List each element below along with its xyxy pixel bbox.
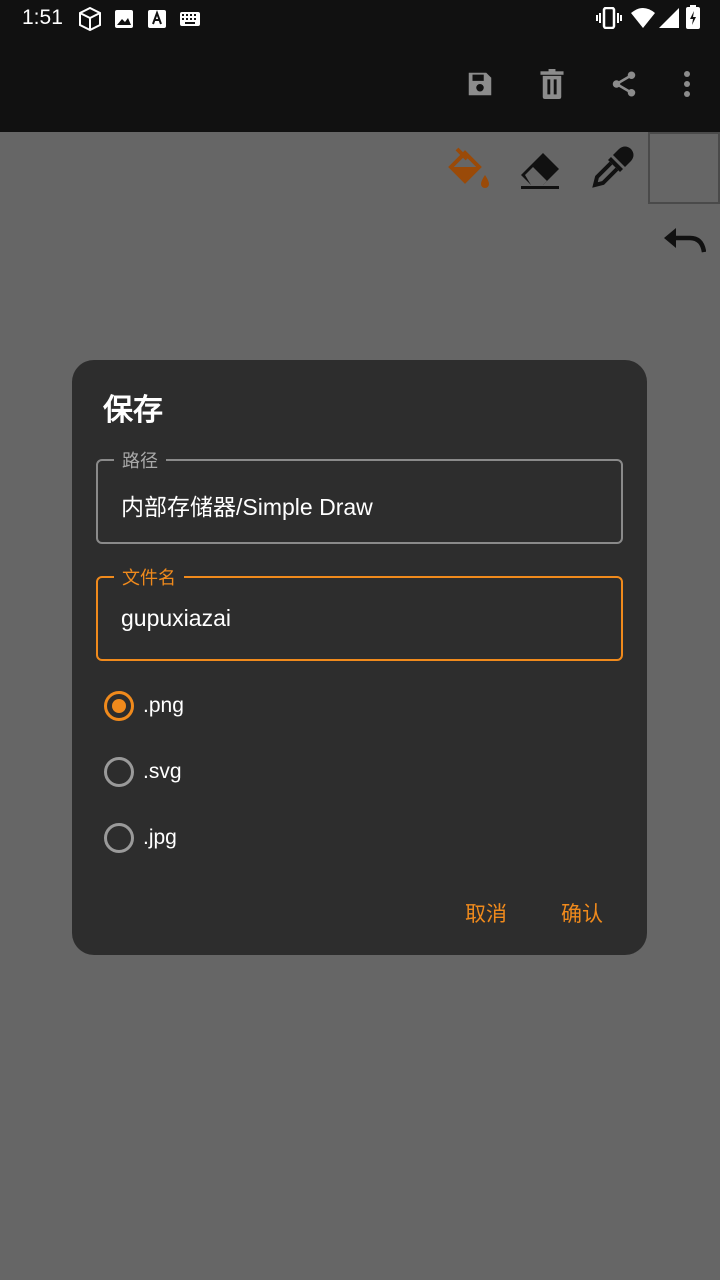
- battery-icon: [686, 5, 700, 33]
- color-swatch[interactable]: [648, 132, 720, 204]
- undo-icon[interactable]: [660, 222, 708, 262]
- filename-field[interactable]: 文件名 gupuxiazai: [96, 564, 623, 661]
- filename-input[interactable]: gupuxiazai: [121, 605, 231, 632]
- format-option-jpg[interactable]: .jpg: [104, 810, 404, 866]
- app-top-bar: 1:51: [0, 0, 720, 132]
- cube-icon: [78, 6, 102, 36]
- format-label-jpg: .jpg: [143, 826, 177, 849]
- radio-png[interactable]: [104, 691, 134, 721]
- path-label: 路径: [114, 447, 166, 473]
- signal-icon: [658, 7, 680, 33]
- format-option-svg[interactable]: .svg: [104, 744, 404, 800]
- format-label-svg: .svg: [143, 760, 182, 783]
- format-option-png[interactable]: .png: [104, 678, 404, 734]
- wifi-icon: [630, 7, 656, 33]
- path-value[interactable]: 内部存储器/Simple Draw: [121, 488, 373, 522]
- dialog-title: 保存: [103, 393, 163, 428]
- font-icon: [147, 9, 167, 33]
- status-time: 1:51: [22, 6, 63, 29]
- delete-icon[interactable]: [532, 64, 572, 104]
- save-dialog: 保存 路径 内部存储器/Simple Draw 文件名 gupuxiazai .…: [72, 360, 647, 955]
- confirm-button[interactable]: 确认: [555, 898, 609, 928]
- cancel-button[interactable]: 取消: [459, 898, 513, 928]
- eraser-icon[interactable]: [516, 144, 564, 192]
- eyedropper-icon[interactable]: [588, 144, 636, 192]
- radio-jpg[interactable]: [104, 823, 134, 853]
- image-icon: [114, 9, 134, 33]
- paint-bucket-icon[interactable]: [444, 144, 492, 192]
- filename-label: 文件名: [114, 564, 184, 590]
- more-icon[interactable]: [667, 64, 707, 104]
- path-field[interactable]: 路径 内部存储器/Simple Draw: [96, 447, 623, 544]
- save-icon[interactable]: [460, 64, 500, 104]
- radio-svg[interactable]: [104, 757, 134, 787]
- keyboard-icon: [180, 11, 200, 30]
- format-label-png: .png: [143, 694, 184, 717]
- vibrate-icon: [596, 6, 622, 33]
- share-icon[interactable]: [604, 64, 644, 104]
